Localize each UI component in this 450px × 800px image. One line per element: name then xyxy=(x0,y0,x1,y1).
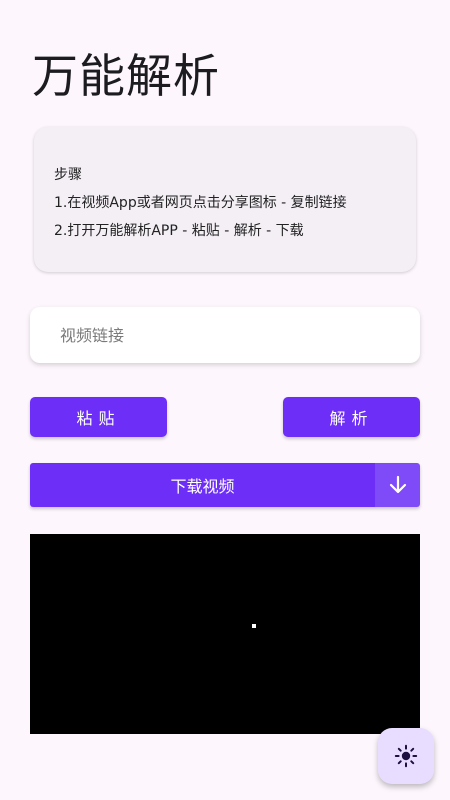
steps-card: 步骤 1.在视频App或者网页点击分享图标 - 复制链接 2.打开万能解析APP… xyxy=(34,127,416,272)
page-title: 万能解析 xyxy=(32,49,220,103)
steps-line-1: 1.在视频App或者网页点击分享图标 - 复制链接 xyxy=(54,195,347,211)
arrow-down-icon[interactable] xyxy=(375,463,420,507)
theme-toggle-button[interactable] xyxy=(378,728,434,784)
video-player[interactable] xyxy=(30,534,420,734)
steps-heading: 步骤 xyxy=(54,167,82,183)
download-video-button[interactable]: 下载视频 xyxy=(30,463,420,507)
video-link-input[interactable] xyxy=(30,307,420,363)
paste-button[interactable]: 粘贴 xyxy=(30,397,167,437)
video-link-field xyxy=(30,307,420,363)
player-loading-dot xyxy=(252,624,256,628)
download-video-label: 下载视频 xyxy=(30,463,375,507)
steps-line-2: 2.打开万能解析APP - 粘贴 - 解析 - 下载 xyxy=(54,223,304,239)
brightness-icon xyxy=(394,744,418,768)
screen: 万能解析 步骤 1.在视频App或者网页点击分享图标 - 复制链接 2.打开万能… xyxy=(0,0,450,800)
parse-button[interactable]: 解析 xyxy=(283,397,420,437)
